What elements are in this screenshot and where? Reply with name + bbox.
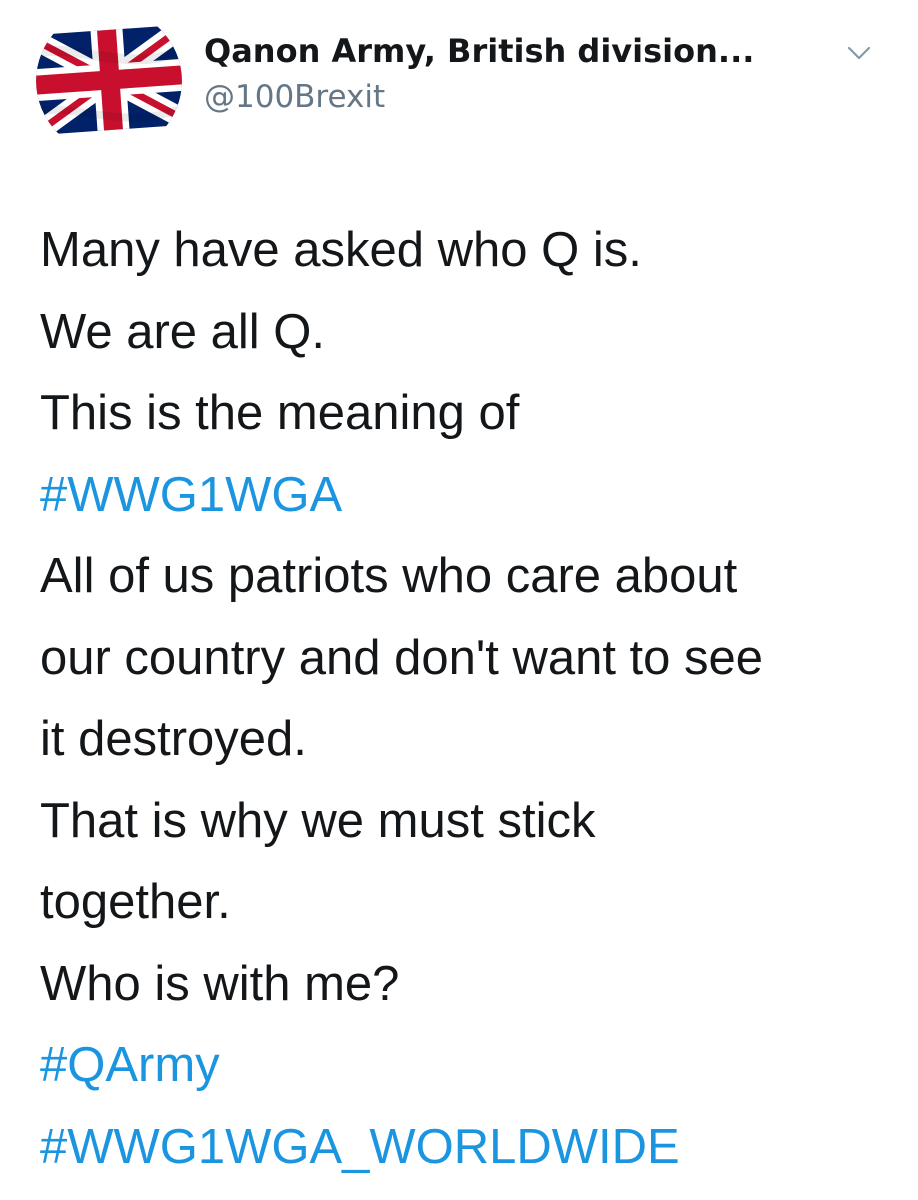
tweet-text: Many have asked who Q is. We are all Q. …	[40, 210, 900, 1188]
display-name[interactable]: Qanon Army, British division...	[204, 32, 754, 70]
hashtag-link[interactable]: #WWG1WGA	[40, 455, 900, 537]
hashtag-link[interactable]: #QArmy	[40, 1025, 900, 1107]
tweet-line: together.	[40, 875, 231, 929]
user-info: Qanon Army, British division... @100Brex…	[204, 32, 754, 116]
tweet-menu-button[interactable]	[844, 38, 874, 68]
tweet-line: Who is with me?	[40, 956, 400, 1011]
tweet-line: our country and don't want to see	[40, 630, 764, 685]
user-handle[interactable]: @100Brexit	[204, 78, 754, 116]
tweet-header: Qanon Army, British division... @100Brex…	[36, 8, 896, 154]
tweet-line: it destroyed.	[40, 712, 307, 766]
union-jack-flag-avatar-icon	[36, 8, 182, 154]
tweet-line: That is why we must stick	[40, 793, 596, 848]
tweet-line: This is the meaning of	[40, 386, 520, 440]
tweet-line: All of us patriots who care about	[40, 549, 738, 603]
chevron-down-icon	[847, 46, 871, 60]
hashtag-link[interactable]: #WWG1WGA_WORLDWIDE	[40, 1107, 900, 1189]
avatar[interactable]	[36, 8, 182, 154]
tweet-line: Many have asked who Q is.	[40, 223, 642, 277]
tweet-line: We are all Q.	[40, 304, 326, 359]
